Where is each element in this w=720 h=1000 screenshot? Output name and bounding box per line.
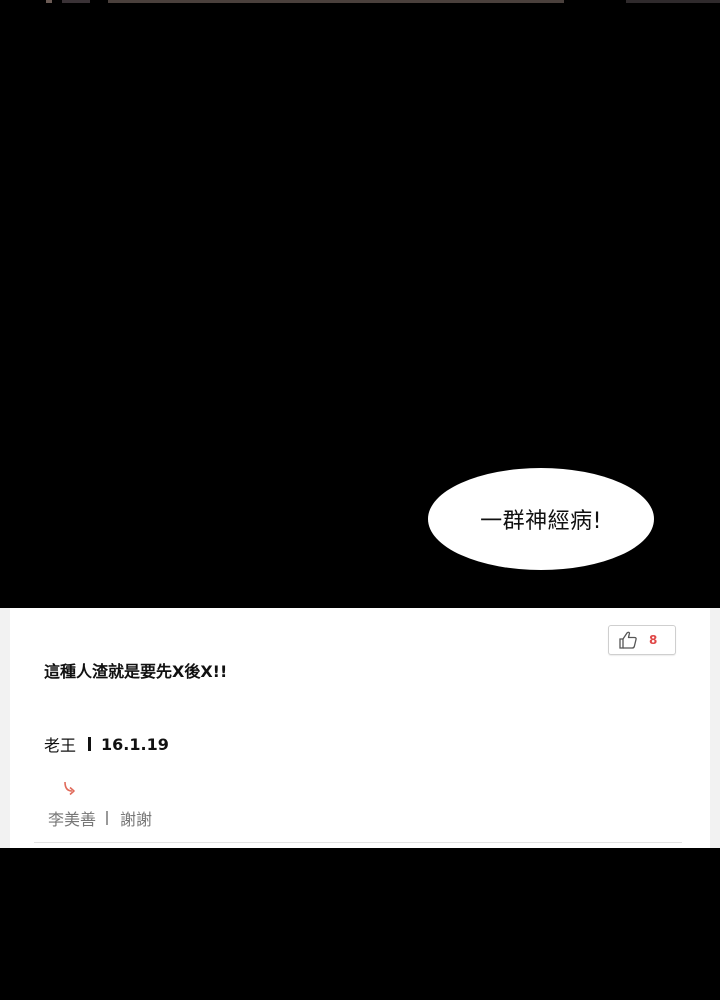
panel-edge-fragment: [108, 0, 564, 3]
comic-panel: 一群神經病!: [0, 4, 720, 608]
thumbs-up-icon: [619, 631, 637, 649]
comment-text: 這種人渣就是要先X後X!!: [44, 662, 228, 681]
reply-item: 李美善 謝謝: [48, 806, 152, 830]
reply-author: 李美善: [48, 810, 97, 829]
reply-arrow-icon: [64, 781, 75, 796]
comment-card: 8 這種人渣就是要先X後X!! 老王 16.1.19 李美善 謝謝: [0, 608, 720, 848]
speech-bubble: 一群神經病!: [428, 468, 654, 570]
reply-text: 謝謝: [120, 810, 153, 829]
next-panel-area: [0, 848, 720, 1000]
comment-author: 老王: [44, 736, 77, 755]
comment-meta: 老王 16.1.19: [44, 732, 169, 756]
panel-edge-fragment: [626, 0, 720, 3]
panel-edge-fragment: [46, 0, 52, 3]
meta-separator: [88, 737, 92, 751]
panel-edge-fragment: [62, 0, 90, 3]
divider: [34, 842, 682, 843]
like-button[interactable]: 8: [608, 625, 676, 655]
speech-bubble-text: 一群神經病!: [480, 509, 602, 534]
like-count: 8: [649, 633, 658, 647]
reply-separator: [106, 811, 109, 825]
comic-viewer-page: 一群神經病! 8 這種人渣就是要先X後X!! 老王 16.1.19 李美善 謝謝: [0, 0, 720, 1000]
comment-date: 16.1.19: [101, 734, 169, 754]
